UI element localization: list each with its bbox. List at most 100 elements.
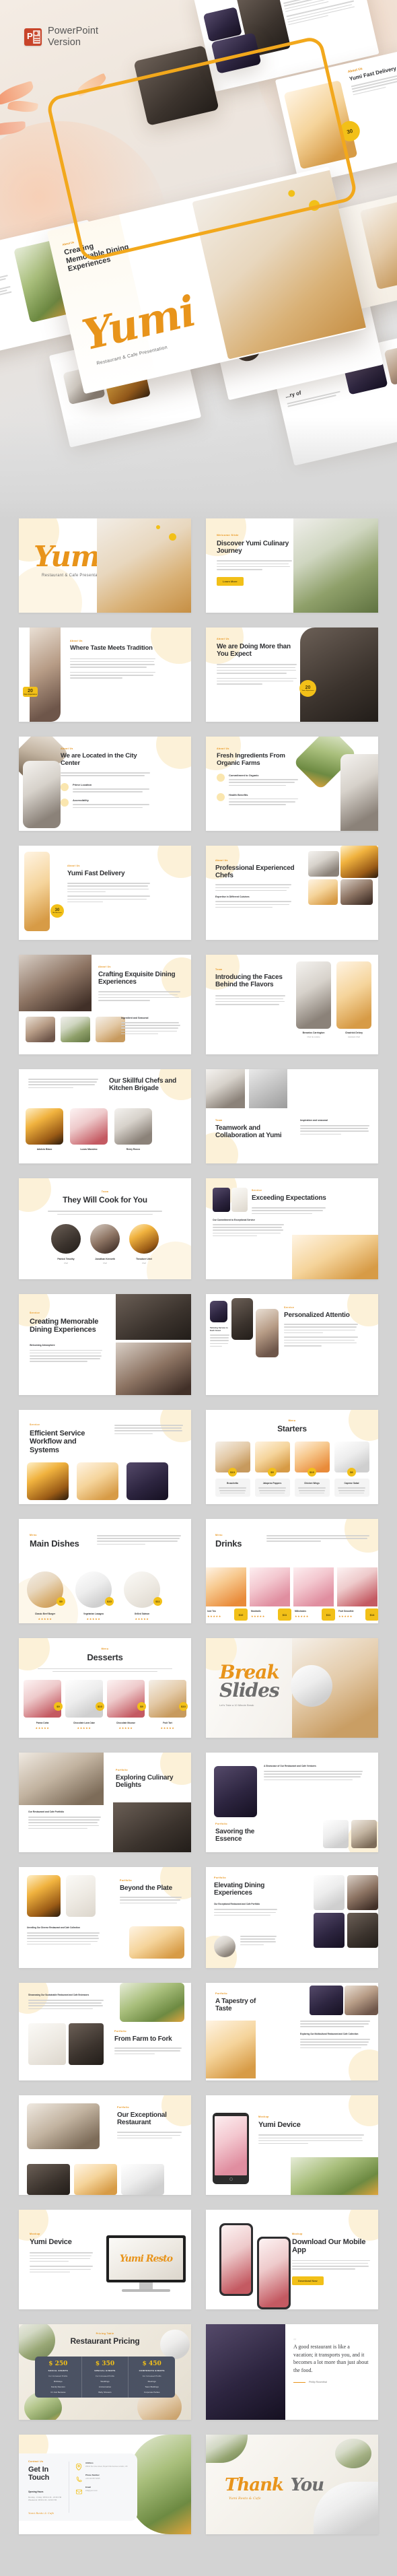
- team-member[interactable]: Adolcio Blaco: [26, 1108, 63, 1151]
- slide-exceptional-restaurant[interactable]: Portfolio Our Exceptional Restaurant: [19, 2095, 191, 2195]
- menu-item[interactable]: $6 Caprese Salad: [334, 1442, 369, 1497]
- slide-teamwork[interactable]: Team Teamwork and Collaboration at Yumi …: [206, 1069, 378, 1163]
- slide-row: Our Skillful Chefs and Kitchen Brigade A…: [19, 1069, 378, 1163]
- menu-item[interactable]: Iced Tea ★★★★★ $10: [206, 1567, 248, 1621]
- slide-title: Beyond the Plate: [120, 1885, 172, 1892]
- team-member[interactable]: Benarios Carrington Chef de cuisine: [296, 961, 331, 1038]
- price-badge: $9: [57, 1597, 65, 1606]
- menu-item[interactable]: $11 Grilled Salmon ★★★★★: [124, 1571, 162, 1621]
- detail-value: info@yumi.com: [85, 2490, 98, 2492]
- item-name: Panna Cotta: [36, 1722, 49, 1725]
- slide-skillful-chefs[interactable]: Our Skillful Chefs and Kitchen Brigade A…: [19, 1069, 191, 1163]
- slide-crafting-exquisite[interactable]: About Us Crafting Exquisite Dining Exper…: [19, 955, 191, 1054]
- slide-row: 20 Years Experience About Us Where Taste…: [19, 628, 378, 722]
- slide-fast-delivery[interactable]: 30 Min Maximum About Us Yumi Fast Delive…: [19, 846, 191, 940]
- slide-yumi-device-desktop[interactable]: Mockup Yumi Device Yumi Resto: [19, 2210, 191, 2309]
- menu-item[interactable]: $10 Vegetarian Lasagna ★★★★★: [75, 1571, 114, 1621]
- slide-efficient-service[interactable]: Service Efficient Service Workflow and S…: [19, 1410, 191, 1504]
- learn-more-button[interactable]: Learn More: [217, 577, 244, 586]
- menu-item[interactable]: $9 Chocolate Mousse ★★★★★: [107, 1680, 146, 1730]
- slide-discover-yumi[interactable]: Welcome Slide Discover Yumi Culinary Jou…: [206, 518, 378, 613]
- sub-label: Inspiration and seasonal: [300, 1119, 328, 1122]
- team-member[interactable]: Theodore Uriel Chef: [129, 1224, 159, 1264]
- slide-thank-you[interactable]: Thank You Yumi Resto & Cafe: [206, 2435, 378, 2534]
- menu-item[interactable]: $10 Chicken Wings: [294, 1442, 330, 1497]
- item-name: Grilled Salmon: [134, 1613, 150, 1615]
- item-name: Chocolate Mousse: [116, 1722, 136, 1725]
- screen-text: Yumi Resto: [119, 2253, 173, 2264]
- menu-item[interactable]: $10 Fruit Tart ★★★★★: [149, 1680, 188, 1730]
- slide-savoring-essence[interactable]: A Showcase of Our Restaurant and Cafe Ve…: [206, 1753, 378, 1852]
- eyebrow: Contact Us: [28, 2460, 44, 2463]
- slide-row: About Us We are Located in the City Cent…: [19, 737, 378, 831]
- slide-cover[interactable]: Yumi Restaurant & Cafe Presentation: [19, 518, 191, 613]
- slide-exploring-culinary[interactable]: Portfolio Exploring Culinary Delights Ou…: [19, 1753, 191, 1852]
- team-member[interactable]: Remy Rocco: [114, 1108, 152, 1151]
- pp-label-line2: Version: [48, 37, 81, 48]
- slide-row: Menu Desserts $9 Panna Cotta ★★★★★ $10 C…: [19, 1638, 378, 1738]
- slide-where-taste[interactable]: 20 Years Experience About Us Where Taste…: [19, 628, 191, 722]
- slide-title: Personalized Attentio: [284, 1312, 350, 1319]
- badge-label: Years Experience: [301, 689, 314, 691]
- slide-fresh-ingredients[interactable]: About Us Fresh Ingredients From Organic …: [206, 737, 378, 831]
- slide-tapestry-of-taste[interactable]: Portfolio A Tapestry of Taste Exploring …: [206, 1983, 378, 2080]
- slide-farm-to-fork[interactable]: Showcasing Our Sustainable Restaurant an…: [19, 1983, 191, 2080]
- slide-they-will-cook[interactable]: Team They Will Cook for You Patrick Timo…: [19, 1178, 191, 1279]
- rating: ★★★★★: [135, 1617, 149, 1621]
- phone-mockup-1: [219, 2223, 253, 2296]
- feature-label: Expertise in Different Cuisines: [215, 895, 250, 899]
- slide-personalized-attention[interactable]: Tailoring Service to Each Guest Service …: [206, 1294, 378, 1395]
- sub-label: Exploring Our Multicultural Restaurant a…: [300, 2032, 359, 2035]
- plan-tagline: For Increased Profits: [96, 2375, 114, 2377]
- menu-item[interactable]: Milkshakes ★★★★★ $11: [293, 1567, 335, 1621]
- menu-item[interactable]: $9 Jalapeno Poppers: [254, 1442, 290, 1497]
- slide-break[interactable]: Break Slides Let's Take a 10 Minute Brea…: [206, 1638, 378, 1738]
- slide-doing-more[interactable]: About Us We are Doing More than You Expe…: [206, 628, 378, 722]
- price-badge: $11: [322, 1608, 335, 1621]
- slide-pricing[interactable]: Pricing Table Restaurant Pricing $ 250 S…: [19, 2324, 191, 2420]
- team-member[interactable]: Jonathan Kenneth Chef: [90, 1224, 120, 1264]
- team-member[interactable]: Lucas Massimo: [70, 1108, 108, 1151]
- menu-item[interactable]: $9 Classic Beef Burger ★★★★★: [27, 1571, 65, 1621]
- slide-get-in-touch[interactable]: Contact Us Get In Touch Opening Hours Mo…: [19, 2435, 191, 2534]
- slide-drinks[interactable]: Menu Drinks Iced Tea ★★★★★ $10 Mocktails…: [206, 1519, 378, 1623]
- hours-label: Opening Hours: [28, 2490, 44, 2493]
- contact-detail: Phone Number +00-123-567-9645: [76, 2474, 132, 2482]
- menu-item[interactable]: Mocktails ★★★★★ $11: [250, 1567, 291, 1621]
- slide-main-dishes[interactable]: Menu Main Dishes $9 Classic Beef Burger …: [19, 1519, 191, 1623]
- detail-label: Address: [85, 2462, 94, 2464]
- menu-item[interactable]: $13 Bruschetta: [215, 1442, 250, 1497]
- feature-label: Commitment to Organic: [229, 774, 259, 778]
- pricing-plan[interactable]: $ 250 SOCIAL EVENTS For Increased Profit…: [35, 2357, 81, 2398]
- feature-icon: [61, 783, 69, 792]
- eyebrow: Portfolio: [116, 1769, 128, 1771]
- slide-exceeding-expectations[interactable]: Service Exceeding Expectations Our Commi…: [206, 1178, 378, 1279]
- menu-item[interactable]: $10 Chocolate Lava Cake ★★★★★: [65, 1680, 104, 1730]
- slide-quote[interactable]: “ A good restaurant is like a vacation; …: [206, 2324, 378, 2420]
- slide-starters[interactable]: Menu Starters $13 Bruschetta $9 Jalapeno…: [206, 1410, 378, 1504]
- slide-faces-behind-flavors[interactable]: Team Introducing the Faces Behind the Fl…: [206, 955, 378, 1054]
- team-member[interactable]: Patrick Timothy Chef: [51, 1224, 81, 1264]
- download-now-button[interactable]: Download Now: [292, 2276, 324, 2286]
- eyebrow: Menu: [101, 1648, 109, 1650]
- slide-row: Menu Main Dishes $9 Classic Beef Burger …: [19, 1519, 378, 1623]
- slide-professional-chefs[interactable]: About Us Professional Experienced Chefs …: [206, 846, 378, 940]
- slide-located-city-center[interactable]: About Us We are Located in the City Cent…: [19, 737, 191, 831]
- slide-memorable-dining[interactable]: Service Creating Memorable Dining Experi…: [19, 1294, 191, 1395]
- slide-title: From Farm to Fork: [114, 2035, 172, 2043]
- hours-weekend: Weekends: 08:00 A.M - 02:00 P.M: [28, 2499, 57, 2502]
- slide-download-app[interactable]: Mockup Download Our Mobile App Download …: [206, 2210, 378, 2309]
- slide-title: Yumi Fast Delivery: [67, 870, 125, 877]
- slide-yumi-device-tablet[interactable]: Mockup Yumi Device: [206, 2095, 378, 2195]
- slide-elevating-dining[interactable]: Portfolio Elevating Dining Experiences O…: [206, 1867, 378, 1968]
- team-member[interactable]: Chadrick Delory Assistant Chef: [336, 961, 371, 1038]
- slide-beyond-the-plate[interactable]: Portfolio Beyond the Plate Unveiling Our…: [19, 1867, 191, 1968]
- price-badge: $14: [365, 1608, 378, 1621]
- eyebrow: Portfolio: [214, 1876, 226, 1879]
- menu-item[interactable]: Fruit Smoothie ★★★★★ $14: [337, 1567, 378, 1621]
- price-badge: $11: [153, 1597, 162, 1606]
- slide-desserts[interactable]: Menu Desserts $9 Panna Cotta ★★★★★ $10 C…: [19, 1638, 191, 1738]
- menu-item[interactable]: $9 Panna Cotta ★★★★★: [24, 1680, 63, 1730]
- pricing-plan[interactable]: $ 350 SPECIAL EVENTS For Increased Profi…: [81, 2357, 129, 2398]
- pricing-plan[interactable]: $ 450 CORPORATE EVENTS For Increased Pro…: [128, 2357, 175, 2398]
